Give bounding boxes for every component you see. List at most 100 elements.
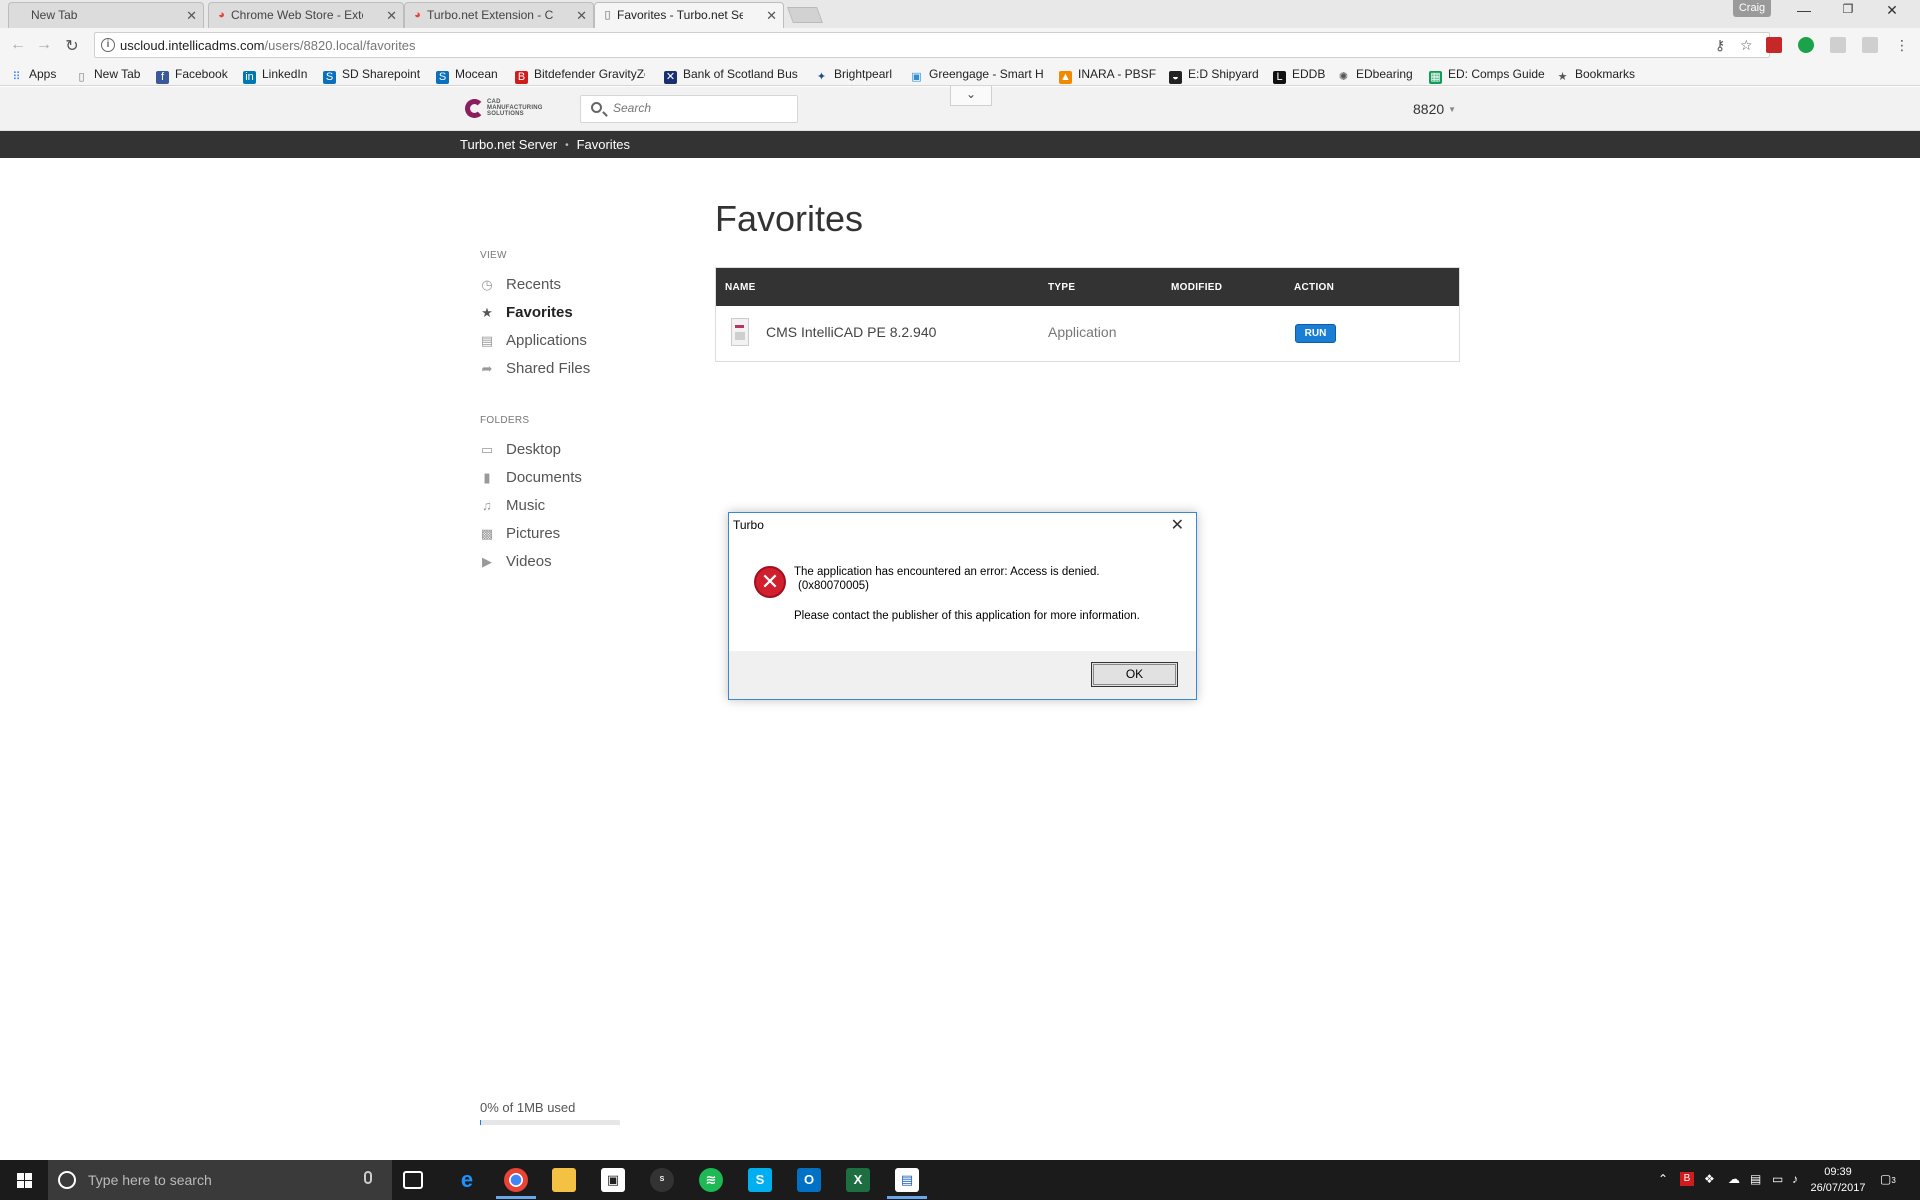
chrome-icon[interactable] xyxy=(496,1168,536,1199)
bookmark-sd-sharepoint[interactable]: S SD Sharepoint xyxy=(323,67,420,84)
back-icon[interactable]: ← xyxy=(8,36,28,54)
column-header-action[interactable]: ACTION xyxy=(1294,282,1334,293)
dialog-title: Turbo xyxy=(733,518,764,532)
sidebar-item-favorites[interactable]: ★ Favorites xyxy=(480,299,680,327)
breadcrumb-item-current[interactable]: Favorites xyxy=(577,137,630,152)
store-icon[interactable]: ▣ xyxy=(601,1168,625,1192)
sidebar-item-shared-files[interactable]: ➦ Shared Files xyxy=(480,355,680,383)
bookmark-greengage[interactable]: ▣ Greengage - Smart H xyxy=(910,67,1046,84)
extension-pdf-icon[interactable] xyxy=(1862,37,1878,53)
extension-check-icon[interactable] xyxy=(1798,37,1814,53)
close-icon[interactable]: ✕ xyxy=(1171,515,1184,535)
tab-title: Turbo.net Extension - Ch xyxy=(427,8,553,22)
bookmark-brightpearl[interactable]: ✦ Brightpearl xyxy=(815,67,892,84)
breadcrumb-bar: Turbo.net Server • Favorites xyxy=(0,131,1920,158)
bookmark-edbearing[interactable]: ✺ EDbearing xyxy=(1337,67,1413,84)
bookmark-bitdefender[interactable]: B Bitdefender GravityZo xyxy=(515,67,645,84)
collapse-toggle-button[interactable]: ⌄ xyxy=(950,86,992,106)
bookmark-star-icon[interactable]: ☆ xyxy=(1740,37,1753,54)
sidebar-item-documents[interactable]: ▮ Documents xyxy=(480,464,680,492)
bookmark-ed-shipyard[interactable]: ◒ E:D Shipyard xyxy=(1169,67,1259,84)
spotify-icon[interactable]: ≋ xyxy=(699,1168,723,1192)
bookmark-apps[interactable]: ⠿ Apps xyxy=(10,67,56,84)
bookmark-new-tab[interactable]: ▯ New Tab xyxy=(75,67,140,84)
taskbar: Type here to search e ▣ S ≋ S O X ▤ ⌃ B … xyxy=(0,1160,1920,1200)
restore-icon[interactable]: ❐ xyxy=(1826,2,1870,16)
forward-icon[interactable]: → xyxy=(34,36,54,54)
window-close-icon[interactable]: ✕ xyxy=(1870,2,1914,19)
column-header-type[interactable]: TYPE xyxy=(1048,282,1075,293)
extension-red-icon[interactable] xyxy=(1766,37,1782,53)
taskbar-search[interactable]: Type here to search xyxy=(48,1160,392,1200)
info-icon[interactable]: i xyxy=(101,38,115,52)
browser-tab[interactable]: ◕ Chrome Web Store - Exte ✕ xyxy=(208,2,404,28)
sidebar-item-recents[interactable]: ◷ Recents xyxy=(480,271,680,299)
tab-title: New Tab xyxy=(31,8,78,22)
site-search[interactable] xyxy=(580,95,798,123)
onedrive-icon[interactable]: ☁ xyxy=(1728,1172,1740,1186)
browser-tab-active[interactable]: ▯ Favorites - Turbo.net Ser ✕ xyxy=(594,2,784,29)
microphone-icon[interactable] xyxy=(364,1171,372,1184)
minimize-icon[interactable]: — xyxy=(1782,2,1826,18)
action-center-icon[interactable]: ▢3 xyxy=(1880,1172,1902,1186)
ok-button[interactable]: OK xyxy=(1091,662,1178,687)
network-icon[interactable]: ▭ xyxy=(1772,1172,1783,1186)
search-input[interactable] xyxy=(613,101,783,115)
tray-chevron-up-icon[interactable]: ⌃ xyxy=(1658,1172,1668,1186)
bookmark-linkedin[interactable]: in LinkedIn xyxy=(243,67,307,84)
bookmark-bookmarks[interactable]: ★ Bookmarks xyxy=(1556,67,1635,84)
dropbox-icon[interactable]: ❖ xyxy=(1704,1172,1715,1186)
bookmark-eddb[interactable]: L EDDB xyxy=(1273,67,1325,84)
sidebar-item-applications[interactable]: ▤ Applications xyxy=(480,327,680,355)
close-tab-icon[interactable]: ✕ xyxy=(386,3,397,28)
table-row[interactable]: CMS IntelliCAD PE 8.2.940 Application RU… xyxy=(716,306,1459,361)
mail-icon[interactable]: ▤ xyxy=(1750,1172,1761,1186)
reload-icon[interactable]: ↻ xyxy=(62,36,82,56)
user-menu[interactable]: 8820 ▼ xyxy=(1413,101,1456,117)
column-header-modified[interactable]: MODIFIED xyxy=(1171,282,1222,293)
browser-tab[interactable]: New Tab ✕ xyxy=(8,2,204,28)
bookmark-ed-comps-guide[interactable]: ▦ ED: Comps Guide xyxy=(1429,67,1545,84)
address-bar[interactable]: i uscloud.intellicadms.com/users/8820.lo… xyxy=(94,32,1770,58)
turbo-app-icon[interactable]: ▤ xyxy=(887,1168,927,1199)
cms-logo[interactable]: CAD MANUFACTURING SOLUTIONS xyxy=(465,98,555,120)
app-name[interactable]: CMS IntelliCAD PE 8.2.940 xyxy=(766,324,936,340)
profile-badge[interactable]: Craig xyxy=(1733,0,1771,17)
volume-icon[interactable]: ♪ xyxy=(1792,1172,1798,1186)
breadcrumb-item[interactable]: Turbo.net Server xyxy=(460,137,557,152)
edge-icon[interactable]: e xyxy=(455,1168,479,1192)
sonos-icon[interactable]: S xyxy=(650,1168,674,1192)
skype-icon[interactable]: S xyxy=(748,1168,772,1192)
bitdefender-tray-icon[interactable]: B xyxy=(1680,1172,1694,1186)
excel-icon[interactable]: X xyxy=(846,1168,870,1192)
run-button[interactable]: RUN xyxy=(1295,324,1336,343)
bookmark-bank-of-scotland[interactable]: ✕ Bank of Scotland Bus xyxy=(664,67,804,84)
file-explorer-icon[interactable] xyxy=(552,1168,576,1192)
sidebar-item-pictures[interactable]: ▩ Pictures xyxy=(480,520,680,548)
error-dialog: Turbo ✕ ✕ The application has encountere… xyxy=(728,512,1197,700)
extension-grey-icon[interactable] xyxy=(1830,37,1846,53)
browser-tab[interactable]: ◕ Turbo.net Extension - Ch ✕ xyxy=(404,2,594,28)
star-icon: ★ xyxy=(481,305,493,320)
start-button[interactable] xyxy=(0,1160,48,1200)
close-tab-icon[interactable]: ✕ xyxy=(576,3,587,28)
close-tab-icon[interactable]: ✕ xyxy=(766,3,777,28)
column-header-name[interactable]: NAME xyxy=(725,282,756,293)
sidebar-item-desktop[interactable]: ▭ Desktop xyxy=(480,436,680,464)
bookmark-facebook[interactable]: f Facebook xyxy=(156,67,228,84)
bookmark-mocean[interactable]: S Mocean xyxy=(436,67,498,84)
bookmark-inara[interactable]: ▲ INARA - PBSF xyxy=(1059,67,1156,84)
key-icon[interactable]: ⚷ xyxy=(1715,37,1725,54)
greengage-icon: ▣ xyxy=(911,71,922,83)
sidebar-item-music[interactable]: ♫ Music xyxy=(480,492,680,520)
task-view-icon[interactable] xyxy=(403,1171,423,1189)
system-clock[interactable]: 09:39 26/07/2017 xyxy=(1806,1164,1870,1196)
new-tab-button[interactable] xyxy=(787,7,823,23)
close-tab-icon[interactable]: ✕ xyxy=(186,3,197,28)
outlook-icon[interactable]: O xyxy=(797,1168,821,1192)
url-text[interactable]: uscloud.intellicadms.com/users/8820.loca… xyxy=(120,38,416,53)
dialog-message: The application has encountered an error… xyxy=(794,566,1100,578)
chrome-menu-icon[interactable]: ⋮ xyxy=(1894,37,1910,53)
facebook-icon: f xyxy=(156,71,169,84)
sidebar-item-videos[interactable]: ▶ Videos xyxy=(480,548,680,576)
